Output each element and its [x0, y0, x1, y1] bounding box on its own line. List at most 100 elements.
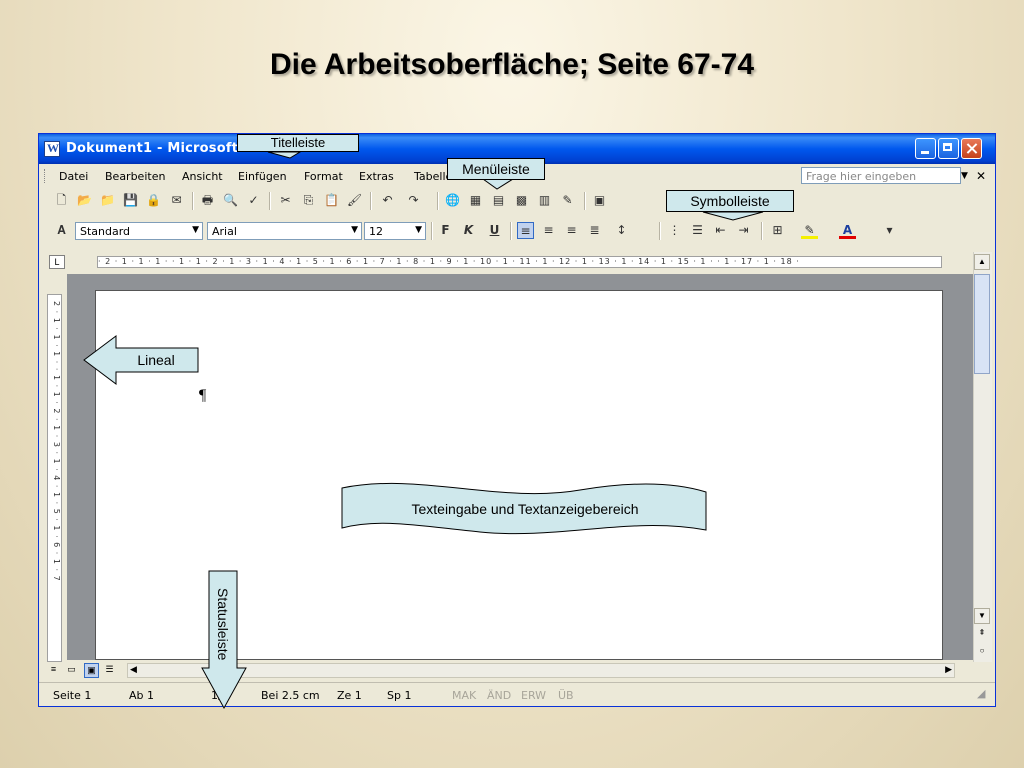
format-painter-icon[interactable]: 🖌	[346, 192, 363, 209]
font-dropdown-icon[interactable]: ▼	[351, 225, 358, 235]
hyperlink-icon[interactable]: 🌐	[444, 192, 461, 209]
permission-icon[interactable]: 🔒	[145, 192, 162, 209]
align-center-icon[interactable]: ≡	[540, 222, 557, 239]
status-section: Ab 1	[129, 689, 155, 702]
vertical-ruler[interactable]: 2 · 1 · 1 · 1 · · 1 · 1 · 2 · 1 · 3 · 1 …	[47, 294, 62, 662]
scroll-right-icon[interactable]: ▶	[945, 664, 952, 675]
tab-selector[interactable]: L	[49, 255, 65, 269]
titelleiste-callout: Titelleiste	[237, 134, 359, 152]
border-icon[interactable]: ⊞	[769, 222, 786, 239]
line-spacing-icon[interactable]: ↕	[613, 222, 630, 239]
paste-icon[interactable]: 📋	[323, 192, 340, 209]
horizontal-scrollbar[interactable]: ◀ ▶	[127, 663, 955, 678]
scroll-down-icon[interactable]: ▼	[974, 608, 990, 624]
status-macro[interactable]: MAK	[452, 689, 476, 702]
highlight-icon[interactable]: ✎	[801, 222, 818, 239]
status-track-changes[interactable]: ÄND	[487, 689, 511, 702]
status-overtype[interactable]: ÜB	[558, 689, 574, 702]
formatting-toolbar: 𝐀 Standard ▼ Arial ▼ 12 ▼ F K U ≡ ≡ ≡ ≣ ↕ ⋮…	[39, 219, 995, 243]
toolbar-separator	[761, 222, 763, 240]
italic-button[interactable]: K	[460, 222, 477, 239]
font-color-icon[interactable]: A	[839, 222, 856, 239]
toolbar-separator	[510, 222, 512, 240]
print-layout-icon[interactable]: ▣	[84, 663, 99, 678]
menu-bearbeiten[interactable]: Bearbeiten	[105, 170, 165, 183]
paragraph-mark: ¶	[199, 387, 207, 404]
lineal-callout: Lineal	[137, 352, 175, 368]
drawing-icon[interactable]: ✎	[559, 192, 576, 209]
horizontal-ruler[interactable]: · 2 · 1 · 1 · 1 · · 1 · 1 · 2 · 1 · 3 · …	[97, 256, 942, 268]
toolbar-options-icon[interactable]: ▾	[881, 222, 898, 239]
status-page: Seite 1	[53, 689, 92, 702]
view-bar: ≡ ▭ ▣ ☰ ◀ ▶	[39, 661, 995, 681]
decrease-indent-icon[interactable]: ⇤	[712, 222, 729, 239]
undo-icon[interactable]: ↶	[379, 192, 396, 209]
symbolleiste-callout: Symbolleiste	[666, 190, 794, 212]
copy-icon[interactable]: ⎘	[300, 192, 317, 209]
toolbar-grip[interactable]	[44, 169, 48, 183]
style-dropdown-icon[interactable]: ▼	[192, 225, 199, 235]
print-preview-icon[interactable]: 🔍	[222, 192, 239, 209]
insert-table-icon[interactable]: ▤	[490, 192, 507, 209]
scrollbar-thumb[interactable]	[974, 274, 990, 374]
help-search-input[interactable]: Frage hier eingeben	[801, 167, 961, 184]
font-size-select[interactable]: 12 ▼	[364, 222, 426, 240]
toolbar-separator	[431, 222, 433, 240]
scroll-up-icon[interactable]: ▲	[974, 254, 990, 270]
select-browse-object-icon[interactable]: ○	[974, 644, 990, 660]
menu-format[interactable]: Format	[304, 170, 343, 183]
toolbar-separator	[659, 222, 661, 240]
align-left-icon[interactable]: ≡	[517, 222, 534, 239]
normal-view-icon[interactable]: ≡	[47, 663, 60, 676]
status-extend[interactable]: ERW	[521, 689, 546, 702]
cut-icon[interactable]: ✂	[277, 192, 294, 209]
font-select[interactable]: Arial ▼	[207, 222, 362, 240]
close-button[interactable]	[961, 138, 982, 159]
menu-ansicht[interactable]: Ansicht	[182, 170, 223, 183]
toolbar-separator	[269, 192, 271, 210]
word-window: Dokument1 - Microsoft Word Datei Bearbei…	[38, 133, 996, 707]
help-dropdown-icon[interactable]: ▼	[961, 171, 968, 181]
columns-icon[interactable]: ▥	[536, 192, 553, 209]
word-app-icon[interactable]	[44, 141, 60, 157]
previous-page-icon[interactable]: ⇞	[974, 626, 990, 642]
status-bar: Seite 1 Ab 1 1/ Bei 2.5 cm Ze 1 Sp 1 MAK…	[39, 682, 995, 706]
toolbar-separator	[584, 192, 586, 210]
size-dropdown-icon[interactable]: ▼	[415, 225, 422, 235]
insert-excel-icon[interactable]: ▩	[513, 192, 530, 209]
align-right-icon[interactable]: ≡	[563, 222, 580, 239]
web-view-icon[interactable]: ▭	[65, 663, 78, 676]
open-icon[interactable]: 📁	[99, 192, 116, 209]
minimize-button[interactable]	[915, 138, 936, 159]
document-map-icon[interactable]: ▣	[591, 192, 608, 209]
bold-button[interactable]: F	[437, 222, 454, 239]
redo-icon[interactable]: ↷	[405, 192, 422, 209]
styles-formatting-icon[interactable]: 𝐀	[53, 222, 70, 239]
open-folder-icon[interactable]: 📂	[76, 192, 93, 209]
toolbar-separator	[437, 192, 439, 210]
vertical-scrollbar[interactable]: ▲ ▼ ⇞ ○	[973, 252, 992, 662]
style-select[interactable]: Standard ▼	[75, 222, 203, 240]
status-page-count: 1/	[211, 689, 222, 702]
outline-view-icon[interactable]: ☰	[103, 663, 116, 676]
menu-extras[interactable]: Extras	[359, 170, 394, 183]
numbering-icon[interactable]: ⋮	[666, 222, 683, 239]
menu-datei[interactable]: Datei	[59, 170, 88, 183]
maximize-button[interactable]	[938, 138, 959, 159]
save-icon[interactable]: 💾	[122, 192, 139, 209]
new-document-icon[interactable]: 🗋	[53, 192, 70, 209]
resize-grip-icon[interactable]: ◢	[977, 687, 985, 700]
standard-toolbar: 🗋 📂 📁 💾 🔒 ✉ 🖶 🔍 ✓ ✂ ⎘ 📋 🖌 ↶ ↷ 🌐 ▦ ▤ ▩ ▥ …	[39, 189, 995, 213]
email-icon[interactable]: ✉	[168, 192, 185, 209]
document-close-icon[interactable]: ✕	[976, 169, 986, 183]
increase-indent-icon[interactable]: ⇥	[735, 222, 752, 239]
print-icon[interactable]: 🖶	[199, 192, 216, 209]
spelling-icon[interactable]: ✓	[245, 192, 262, 209]
tables-borders-icon[interactable]: ▦	[467, 192, 484, 209]
underline-button[interactable]: U	[486, 222, 503, 239]
justify-icon[interactable]: ≣	[586, 222, 603, 239]
bullets-icon[interactable]: ☰	[689, 222, 706, 239]
menueleiste-callout: Menüleiste	[447, 158, 545, 180]
scroll-left-icon[interactable]: ◀	[130, 664, 137, 675]
menu-einfuegen[interactable]: Einfügen	[238, 170, 287, 183]
